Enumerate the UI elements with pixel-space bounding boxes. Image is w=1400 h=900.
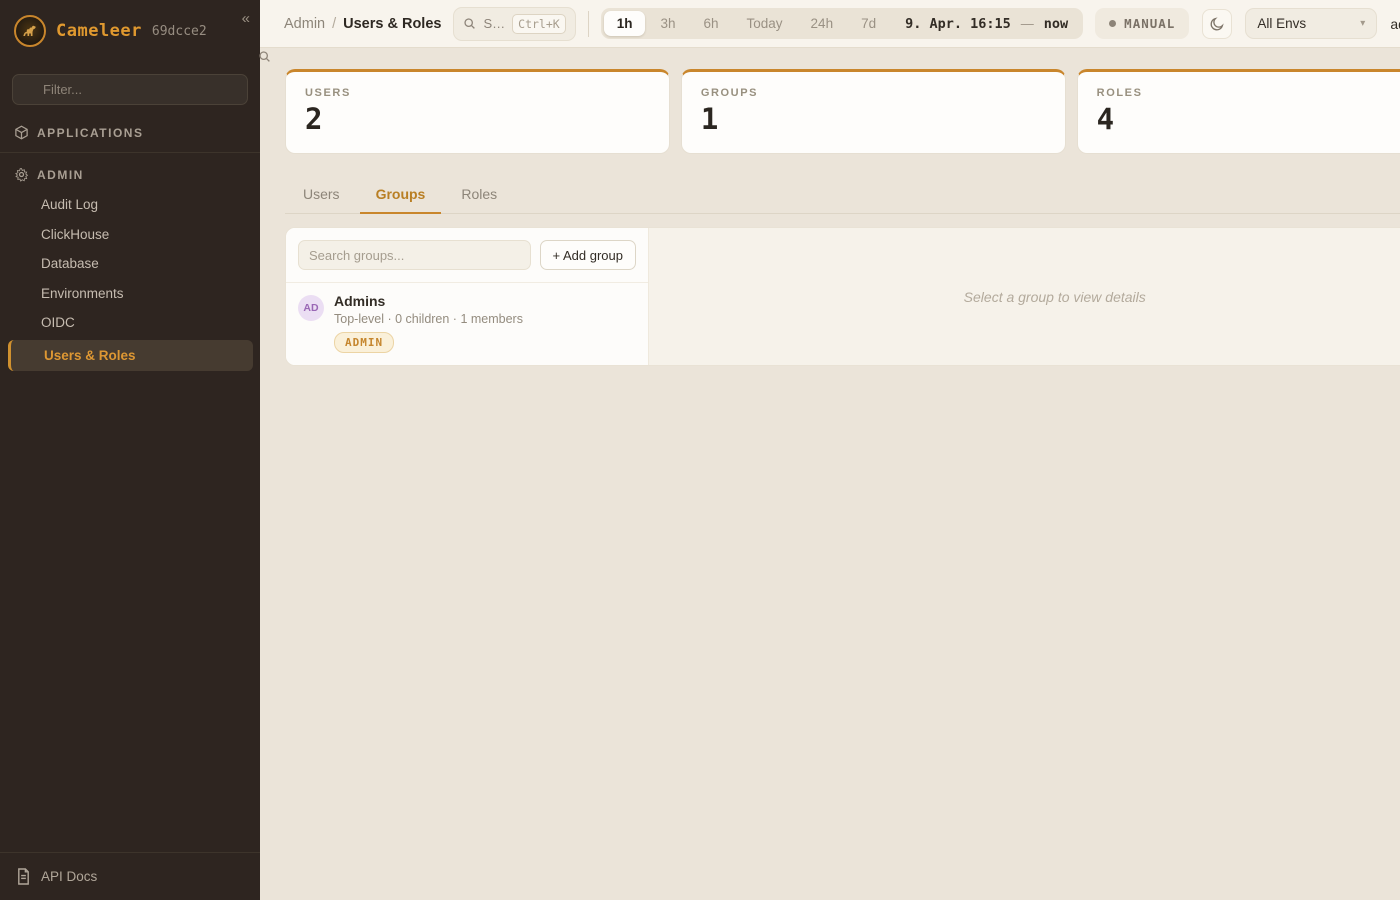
stat-value: 4 <box>1097 102 1400 136</box>
sidebar-item-oidc[interactable]: OIDC <box>0 308 260 338</box>
add-group-button[interactable]: + Add group <box>540 240 636 270</box>
tab-roles[interactable]: Roles <box>445 177 513 214</box>
time-range-7d[interactable]: 7d <box>848 11 889 36</box>
main-area: Admin / Users & Roles S… Ctrl+K 1h 3h 6h… <box>260 0 1400 900</box>
stats-row: USERS 2 GROUPS 1 ROLES 4 <box>285 69 1400 154</box>
search-placeholder-text: S… <box>483 16 505 31</box>
header-divider <box>588 11 589 37</box>
sidebar-item-audit-log[interactable]: Audit Log <box>0 190 260 220</box>
api-docs-label: API Docs <box>41 869 97 884</box>
sidebar: Cameleer 69dcce2 « APPLICATIONS ADMIN Au… <box>0 0 260 900</box>
empty-state-text: Select a group to view details <box>964 289 1146 305</box>
stat-label: ROLES <box>1097 87 1400 99</box>
sidebar-item-database[interactable]: Database <box>0 249 260 279</box>
group-details-panel: Select a group to view details <box>649 228 1400 365</box>
refresh-mode-label: MANUAL <box>1124 16 1175 31</box>
group-name: Admins <box>334 293 523 309</box>
range-separator: — <box>1021 16 1034 31</box>
stat-label: GROUPS <box>701 87 1046 99</box>
group-search-input[interactable] <box>298 240 531 270</box>
gear-icon <box>14 167 29 182</box>
tab-users[interactable]: Users <box>287 177 356 214</box>
section-label: APPLICATIONS <box>37 126 143 140</box>
package-icon <box>14 125 29 140</box>
build-hash: 69dcce2 <box>152 24 207 39</box>
groups-panel: + Add group AD Admins Top-level · 0 chil… <box>285 227 1400 366</box>
breadcrumb-current: Users & Roles <box>343 16 441 32</box>
brand-name: Cameleer <box>56 21 142 41</box>
breadcrumb-separator: / <box>332 16 336 32</box>
breadcrumb: Admin / Users & Roles <box>284 16 441 32</box>
stat-card-users: USERS 2 <box>285 69 670 154</box>
username-label: admin <box>1390 16 1400 32</box>
group-meta: Top-level · 0 children · 1 members <box>334 312 523 326</box>
stat-card-groups: GROUPS 1 <box>681 69 1066 154</box>
cameleer-logo-icon <box>14 15 46 47</box>
status-dot-icon <box>1109 20 1116 27</box>
sidebar-collapse-icon[interactable]: « <box>242 10 250 27</box>
sidebar-divider <box>0 152 260 153</box>
time-range-today[interactable]: Today <box>734 11 796 36</box>
stat-card-roles: ROLES 4 <box>1077 69 1400 154</box>
sidebar-filter <box>12 74 248 105</box>
group-list: + Add group AD Admins Top-level · 0 chil… <box>286 228 649 365</box>
api-docs-link[interactable]: API Docs <box>0 852 260 900</box>
environment-selected-value: All Envs <box>1257 16 1306 31</box>
group-list-toolbar: + Add group <box>286 228 648 283</box>
theme-toggle-button[interactable] <box>1202 9 1232 39</box>
refresh-mode-button[interactable]: MANUAL <box>1095 8 1189 39</box>
stat-label: USERS <box>305 87 650 99</box>
search-icon <box>258 50 271 63</box>
stat-value: 1 <box>701 102 1046 136</box>
range-start-datetime[interactable]: 9. Apr. 16:15 <box>891 16 1019 32</box>
sidebar-section-applications[interactable]: APPLICATIONS <box>0 115 260 148</box>
document-icon <box>16 868 31 885</box>
breadcrumb-admin[interactable]: Admin <box>284 16 325 32</box>
admin-nav: Audit Log ClickHouse Database Environmen… <box>0 190 260 373</box>
page-content: USERS 2 GROUPS 1 ROLES 4 Users Groups Ro… <box>260 48 1400 900</box>
sidebar-section-admin[interactable]: ADMIN <box>0 157 260 190</box>
time-range-selector: 1h 3h 6h Today 24h 7d 9. Apr. 16:15 — no… <box>601 8 1083 39</box>
time-range-6h[interactable]: 6h <box>690 11 731 36</box>
sidebar-item-users-roles[interactable]: Users & Roles <box>8 340 253 372</box>
sidebar-item-clickhouse[interactable]: ClickHouse <box>0 220 260 250</box>
group-role-badge: ADMIN <box>334 332 394 353</box>
tab-groups[interactable]: Groups <box>360 177 442 214</box>
time-range-24h[interactable]: 24h <box>798 11 847 36</box>
environment-select[interactable]: All Envs ▾ <box>1245 8 1377 39</box>
group-info: Admins Top-level · 0 children · 1 member… <box>334 293 523 353</box>
range-end[interactable]: now <box>1036 16 1080 32</box>
search-icon <box>463 17 476 30</box>
group-avatar: AD <box>298 295 324 321</box>
top-bar: Admin / Users & Roles S… Ctrl+K 1h 3h 6h… <box>260 0 1400 48</box>
sidebar-item-environments[interactable]: Environments <box>0 279 260 309</box>
tabs: Users Groups Roles <box>285 177 1400 214</box>
time-range-1h[interactable]: 1h <box>604 11 646 36</box>
filter-input[interactable] <box>12 74 248 105</box>
section-label: ADMIN <box>37 168 84 182</box>
group-list-item[interactable]: AD Admins Top-level · 0 children · 1 mem… <box>286 283 648 363</box>
search-shortcut-kbd: Ctrl+K <box>512 14 566 34</box>
time-range-3h[interactable]: 3h <box>647 11 688 36</box>
moon-icon <box>1209 16 1225 32</box>
brand-header: Cameleer 69dcce2 <box>0 0 260 60</box>
global-search-button[interactable]: S… Ctrl+K <box>453 7 575 41</box>
header-right-cluster: MANUAL All Envs ▾ admin AD <box>1095 8 1400 39</box>
chevron-down-icon: ▾ <box>1360 18 1365 29</box>
stat-value: 2 <box>305 102 650 136</box>
